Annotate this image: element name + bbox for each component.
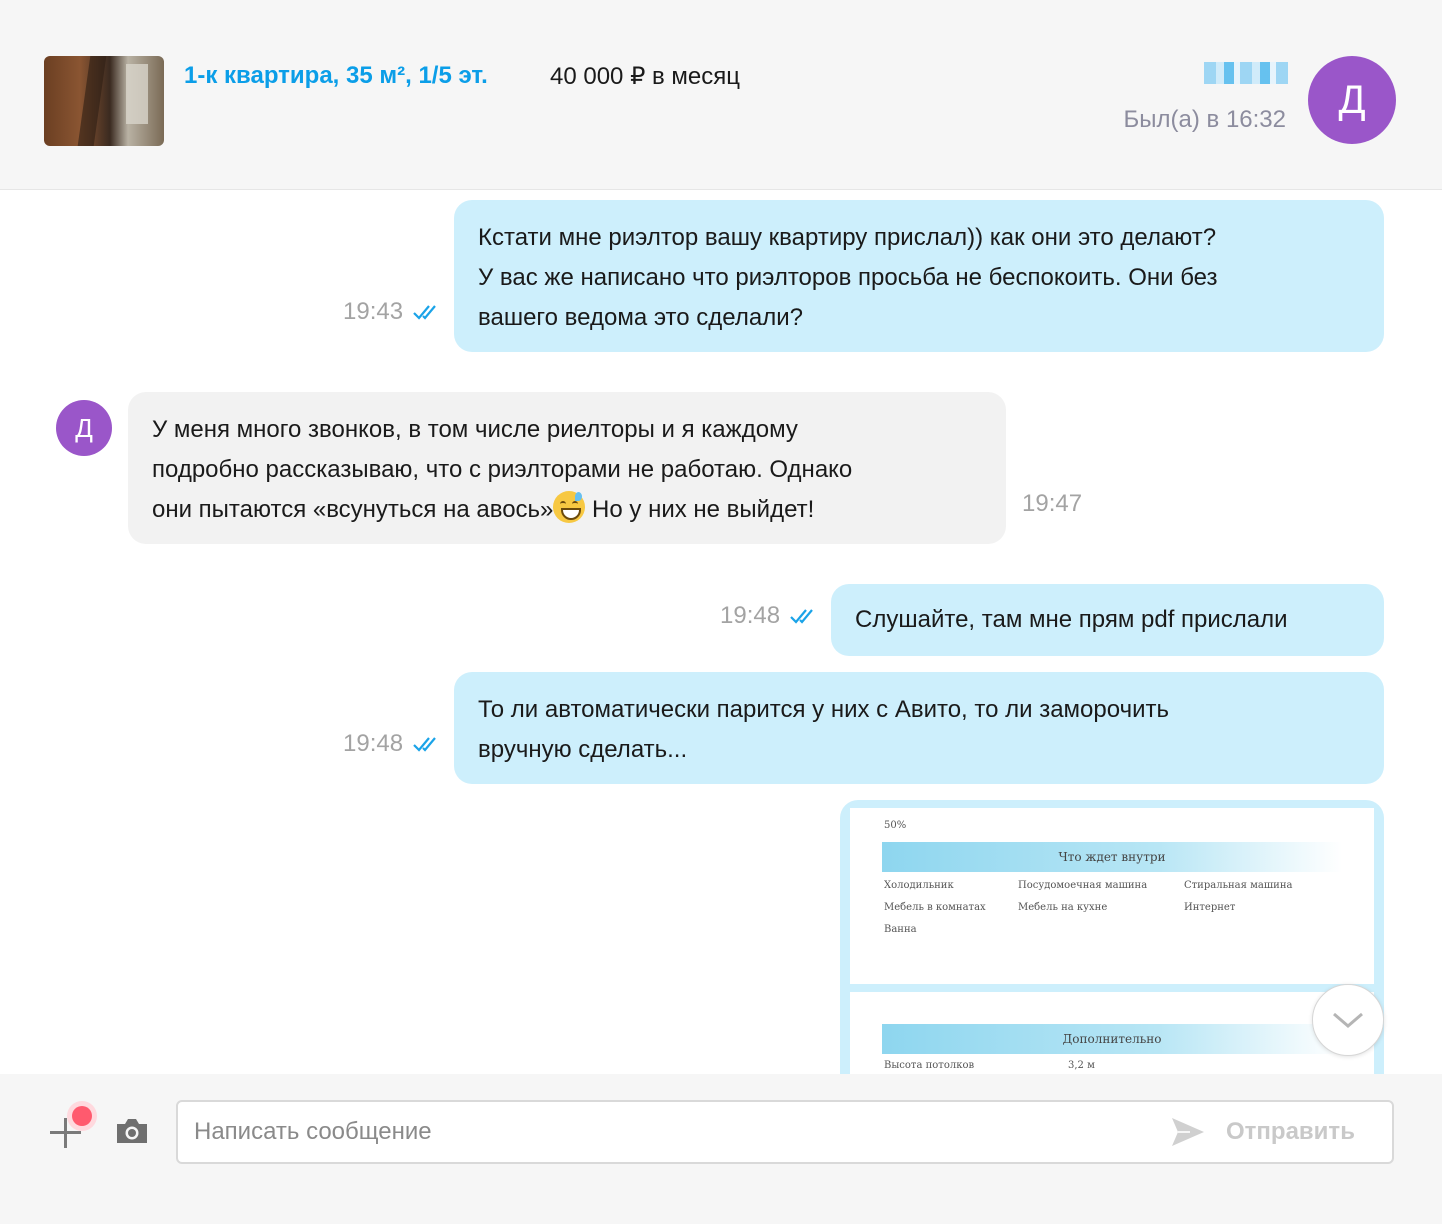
double-check-icon — [790, 609, 813, 624]
pdf-text: Мебель на кухне — [1018, 902, 1108, 913]
message-line: То ли автоматически парится у них с Авит… — [478, 696, 1169, 723]
double-check-icon — [413, 737, 436, 752]
scroll-to-bottom-button[interactable] — [1312, 984, 1384, 1056]
pdf-page: Дополнительно Высота потолков 3,2 м — [850, 992, 1374, 1074]
notification-dot — [72, 1106, 92, 1126]
message-meta: 19:43 — [343, 298, 443, 326]
message-bubble-incoming[interactable]: У меня много звонков, в том числе риелто… — [128, 392, 1006, 544]
send-button-label: Отправить — [1226, 1118, 1355, 1145]
pdf-text: Посудомоечная машина — [1018, 880, 1148, 891]
message-line: подробно рассказываю, что с риэлторами н… — [152, 456, 853, 483]
message-line: вручную сделать... — [478, 736, 688, 763]
message-line: У меня много звонков, в том числе риелто… — [152, 416, 798, 443]
message-time: 19:48 — [720, 602, 781, 629]
pdf-text: 3,2 м — [1068, 1060, 1095, 1071]
message-time: 19:47 — [1022, 490, 1083, 517]
message-line: У вас же написано что риэлторов просьба … — [478, 264, 1218, 291]
pdf-text: Стиральная машина — [1184, 880, 1293, 891]
message-line: Кстати мне риэлтор вашу квартиру прислал… — [478, 224, 1217, 251]
pdf-text: Холодильник — [884, 880, 954, 891]
message-bubble-outgoing[interactable]: Кстати мне риэлтор вашу квартиру прислал… — [454, 200, 1384, 352]
contact-avatar[interactable]: Д — [1308, 56, 1396, 144]
message-text: Но у них не выйдет! — [585, 496, 815, 523]
pdf-section-title: Дополнительно — [882, 1024, 1342, 1054]
message-line: вашего ведома это сделали? — [478, 304, 803, 331]
pdf-text: Интернет — [1184, 902, 1236, 913]
pdf-page: 50% Что ждет внутри Холодильник Посудомо… — [850, 808, 1374, 984]
message-time: 19:48 — [343, 730, 404, 757]
message-meta: 19:47 — [1022, 490, 1082, 518]
message-line: они пытаются «всунуться на авось» Но у н… — [152, 490, 982, 530]
listing-thumbnail[interactable] — [44, 56, 164, 146]
last-seen-status: Был(а) в 16:32 — [1123, 106, 1286, 133]
message-meta: 19:48 — [343, 730, 443, 758]
pdf-text: 50% — [884, 820, 907, 831]
chat-header: 1-к квартира, 35 м², 1/5 эт. 40 000 ₽ в … — [0, 0, 1442, 190]
grinning-sweat-emoji-icon — [553, 491, 586, 523]
message-text: они пытаются «всунуться на авось» — [152, 496, 554, 523]
pdf-attachment-preview[interactable]: 50% Что ждет внутри Холодильник Посудомо… — [840, 800, 1384, 1074]
message-line: Слушайте, там мне прям pdf прислали — [855, 606, 1288, 633]
send-icon — [1172, 1118, 1204, 1146]
pdf-text: Высота потолков — [884, 1060, 975, 1071]
sender-avatar[interactable]: Д — [56, 400, 112, 456]
user-name-redacted[interactable] — [1204, 62, 1288, 84]
pdf-text: Ванна — [884, 924, 917, 935]
camera-icon[interactable] — [114, 1116, 150, 1146]
listing-price: 40 000 ₽ в месяц — [550, 63, 741, 90]
send-button[interactable]: Отправить — [1170, 1112, 1355, 1152]
chevron-down-icon — [1333, 1012, 1363, 1028]
message-meta: 19:48 — [720, 602, 820, 630]
double-check-icon — [413, 305, 436, 320]
listing-title-link[interactable]: 1-к квартира, 35 м², 1/5 эт. — [184, 62, 488, 90]
message-time: 19:43 — [343, 298, 404, 325]
message-bubble-outgoing[interactable]: Слушайте, там мне прям pdf прислали — [831, 584, 1384, 656]
pdf-text: Мебель в комнатах — [884, 902, 986, 913]
pdf-section-title: Что ждет внутри — [882, 842, 1342, 872]
message-bubble-outgoing[interactable]: То ли автоматически парится у них с Авит… — [454, 672, 1384, 784]
